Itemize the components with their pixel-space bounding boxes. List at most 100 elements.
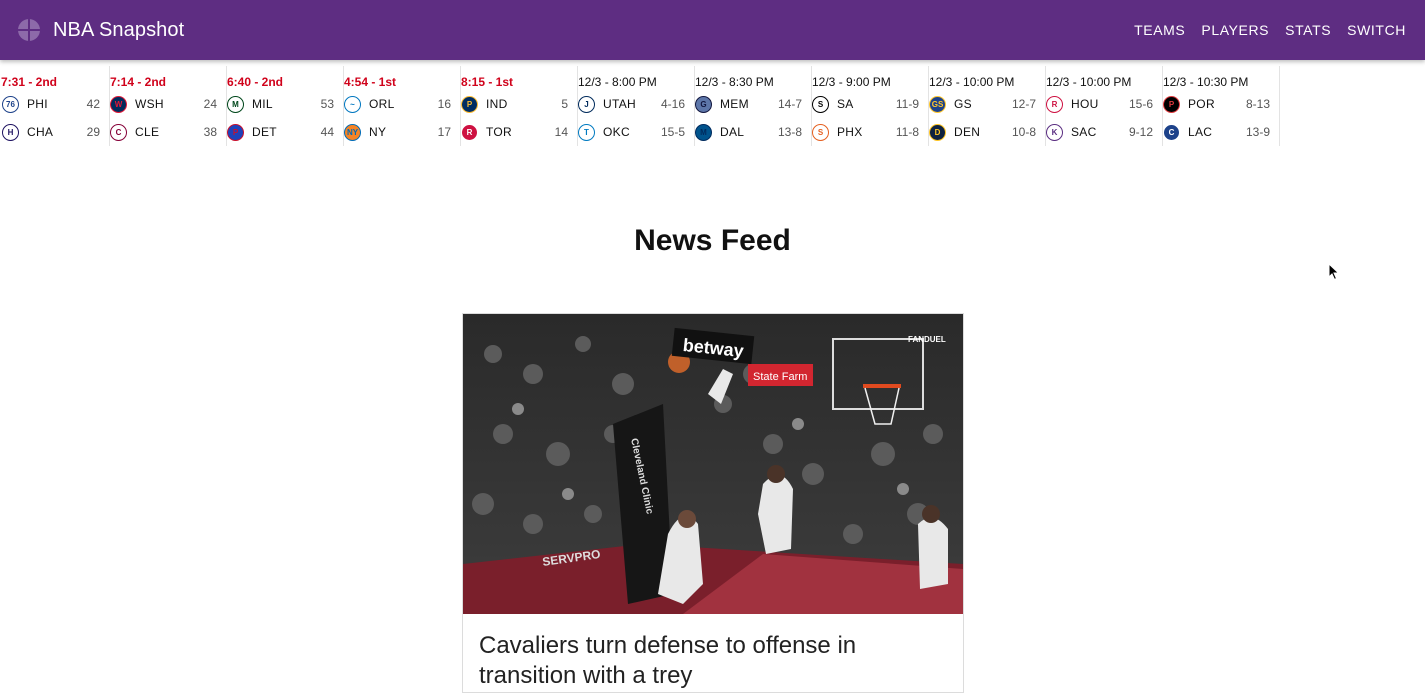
spurs-logo-icon: S xyxy=(812,95,829,113)
team-abbr: SA xyxy=(837,97,854,111)
mouse-cursor-icon xyxy=(1328,263,1340,281)
raptors-logo-icon: R xyxy=(461,123,478,141)
nav-stats[interactable]: STATS xyxy=(1277,22,1339,38)
team-abbr: GS xyxy=(954,97,972,111)
team-abbr: NY xyxy=(369,125,387,139)
svg-text:FANDUEL: FANDUEL xyxy=(908,335,946,344)
app-title: NBA Snapshot xyxy=(53,18,185,41)
scoreboard-game[interactable]: 12/3 - 10:00 PM R HOU 15-6 K SAC 9-12 xyxy=(1046,66,1163,146)
magic-logo-icon: ~ xyxy=(344,95,361,113)
team-row: C LAC 13-9 xyxy=(1163,118,1270,146)
mavericks-logo-icon: M xyxy=(695,123,712,141)
news-card[interactable]: betway State Farm FANDUEL Cleveland Clin… xyxy=(462,313,964,693)
knicks-logo-icon: NY xyxy=(344,123,361,141)
team-row: 76 PHI 42 xyxy=(2,90,100,118)
warriors-logo-icon: GS xyxy=(929,95,946,113)
team-row: K SAC 9-12 xyxy=(1046,118,1153,146)
team-score: 24 xyxy=(203,97,217,111)
news-card-headline[interactable]: Cavaliers turn defense to offense in tra… xyxy=(463,614,963,691)
team-record: 4-16 xyxy=(660,97,685,111)
team-score: 38 xyxy=(203,125,217,139)
scoreboard-game[interactable]: 4:54 - 1st ~ ORL 16 NY NY 17 xyxy=(344,66,461,146)
team-score: 53 xyxy=(320,97,334,111)
news-card-image[interactable]: betway State Farm FANDUEL Cleveland Clin… xyxy=(463,314,963,614)
team-row: J UTAH 4-16 xyxy=(578,90,685,118)
team-abbr: IND xyxy=(486,97,508,111)
game-status: 12/3 - 10:00 PM xyxy=(1046,75,1132,89)
team-row: T OKC 15-5 xyxy=(578,118,685,146)
team-abbr: PHI xyxy=(27,97,48,111)
team-row: R HOU 15-6 xyxy=(1046,90,1153,118)
game-status: 12/3 - 8:00 PM xyxy=(578,75,657,89)
cavaliers-logo-icon: C xyxy=(110,123,127,141)
team-score: 17 xyxy=(437,125,451,139)
hornets-logo-icon: H xyxy=(2,123,19,141)
team-record: 15-5 xyxy=(660,125,685,139)
game-status: 12/3 - 10:30 PM xyxy=(1163,75,1249,89)
team-row: R TOR 14 xyxy=(461,118,568,146)
team-abbr: LAC xyxy=(1188,125,1213,139)
team-record: 14-7 xyxy=(777,97,802,111)
nuggets-logo-icon: D xyxy=(929,123,946,141)
pacers-logo-icon: P xyxy=(461,95,478,113)
team-record: 8-13 xyxy=(1245,97,1270,111)
brand[interactable]: NBA Snapshot xyxy=(18,19,184,42)
game-action-image: betway State Farm FANDUEL Cleveland Clin… xyxy=(463,314,963,614)
team-abbr: HOU xyxy=(1071,97,1099,111)
scoreboard-game[interactable]: 8:15 - 1st P IND 5 R TOR 14 xyxy=(461,66,578,146)
team-abbr: CLE xyxy=(135,125,160,139)
pistons-logo-icon: P xyxy=(227,123,244,141)
game-status: 4:54 - 1st xyxy=(344,75,397,89)
team-row: M DAL 13-8 xyxy=(695,118,802,146)
team-row: P POR 8-13 xyxy=(1163,90,1270,118)
game-status: 12/3 - 9:00 PM xyxy=(812,75,891,89)
blazers-logo-icon: P xyxy=(1163,95,1180,113)
scoreboard-game[interactable]: 6:40 - 2nd M MIL 53 P DET 44 xyxy=(227,66,344,146)
team-row: GS GS 12-7 xyxy=(929,90,1036,118)
grizzlies-logo-icon: G xyxy=(695,95,712,113)
nav-teams[interactable]: TEAMS xyxy=(1126,22,1193,38)
scoreboard-game[interactable]: 7:14 - 2nd W WSH 24 C CLE 38 xyxy=(110,66,227,146)
team-row: C CLE 38 xyxy=(110,118,217,146)
76ers-logo-icon: 76 xyxy=(2,95,19,113)
team-abbr: MIL xyxy=(252,97,273,111)
team-record: 10-8 xyxy=(1011,125,1036,139)
scoreboard: 7:31 - 2nd 76 PHI 42 H CHA 29 7:14 - 2nd W WSH 24 C… xyxy=(0,66,1280,146)
news-feed-title: News Feed xyxy=(634,224,791,257)
team-score: 14 xyxy=(554,125,568,139)
nav-players[interactable]: PLAYERS xyxy=(1193,22,1277,38)
team-row: D DEN 10-8 xyxy=(929,118,1036,146)
jazz-logo-icon: J xyxy=(578,95,595,113)
team-abbr: TOR xyxy=(486,125,513,139)
scoreboard-game[interactable]: 7:31 - 2nd 76 PHI 42 H CHA 29 xyxy=(0,66,110,146)
team-record: 13-8 xyxy=(777,125,802,139)
nav-switch[interactable]: SWITCH xyxy=(1339,22,1414,38)
clippers-logo-icon: C xyxy=(1163,123,1180,141)
team-row: W WSH 24 xyxy=(110,90,217,118)
top-nav: TEAMS PLAYERS STATS SWITCH xyxy=(1126,22,1414,38)
scoreboard-game[interactable]: 12/3 - 9:00 PM S SA 11-9 S PHX 11-8 xyxy=(812,66,929,146)
team-score: 16 xyxy=(437,97,451,111)
team-row: S SA 11-9 xyxy=(812,90,919,118)
team-record: 11-9 xyxy=(895,97,919,111)
scoreboard-game[interactable]: 12/3 - 8:00 PM J UTAH 4-16 T OKC 15-5 xyxy=(578,66,695,146)
team-score: 5 xyxy=(561,97,568,111)
team-abbr: DEN xyxy=(954,125,981,139)
team-score: 29 xyxy=(86,125,100,139)
team-abbr: SAC xyxy=(1071,125,1097,139)
team-score: 44 xyxy=(320,125,334,139)
team-abbr: ORL xyxy=(369,97,395,111)
team-row: P IND 5 xyxy=(461,90,568,118)
team-abbr: POR xyxy=(1188,97,1215,111)
thunder-logo-icon: T xyxy=(578,123,595,141)
team-abbr: MEM xyxy=(720,97,749,111)
app-bar: NBA Snapshot TEAMS PLAYERS STATS SWITCH xyxy=(0,0,1425,60)
scoreboard-game[interactable]: 12/3 - 8:30 PM G MEM 14-7 M DAL 13-8 xyxy=(695,66,812,146)
bucks-logo-icon: M xyxy=(227,95,244,113)
scoreboard-game[interactable]: 12/3 - 10:30 PM P POR 8-13 C LAC 13-9 xyxy=(1163,66,1280,146)
scoreboard-game[interactable]: 12/3 - 10:00 PM GS GS 12-7 D DEN 10-8 xyxy=(929,66,1046,146)
kings-logo-icon: K xyxy=(1046,123,1063,141)
game-status: 7:31 - 2nd xyxy=(1,75,58,89)
team-record: 11-8 xyxy=(895,125,919,139)
team-record: 12-7 xyxy=(1011,97,1036,111)
